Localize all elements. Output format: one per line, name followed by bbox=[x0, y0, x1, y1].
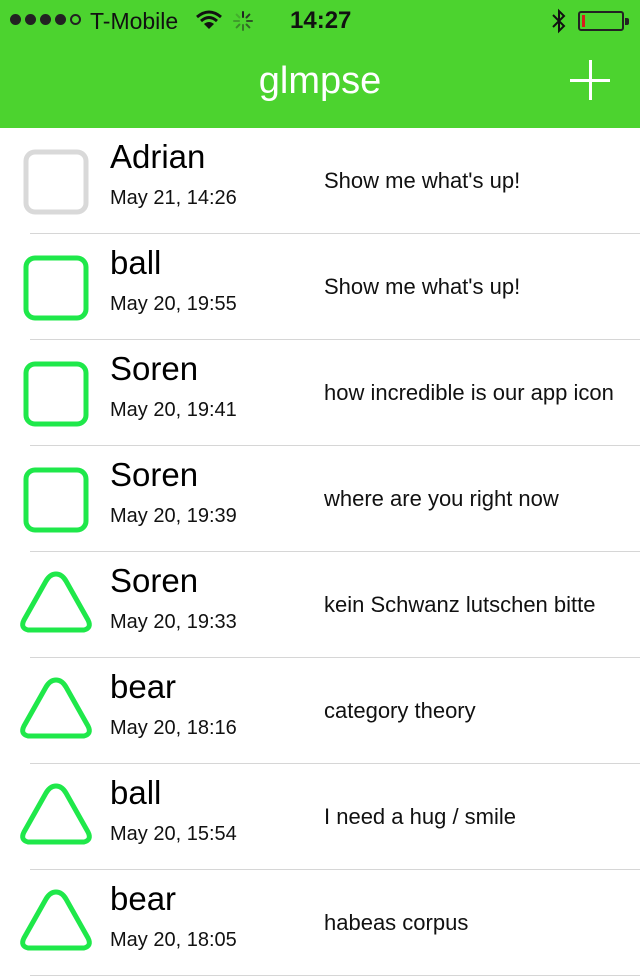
message-text: category theory bbox=[324, 698, 476, 723]
carrier-name: T-Mobile bbox=[90, 8, 179, 34]
message-date: May 20, 15:54 bbox=[110, 823, 237, 845]
triangle-shape bbox=[20, 677, 92, 739]
message-row[interactable]: bear May 20, 18:16 category theory bbox=[0, 658, 640, 764]
message-text: I need a hug / smile bbox=[324, 804, 517, 829]
square-shape bbox=[23, 149, 89, 215]
triangle-glimpse-icon bbox=[20, 783, 92, 845]
message-row[interactable]: ball May 20, 19:55 Show me what's up! bbox=[0, 234, 640, 340]
activity-spinner-icon bbox=[233, 11, 253, 31]
triangle-shape bbox=[20, 889, 92, 951]
sender-name: Soren bbox=[110, 456, 199, 493]
wifi-icon bbox=[196, 10, 222, 29]
sender-name: bear bbox=[110, 880, 177, 917]
message-row[interactable]: Soren May 20, 19:33 kein Schwanz lutsche… bbox=[0, 552, 640, 658]
message-row[interactable]: Adrian May 21, 14:26 Show me what's up! bbox=[0, 128, 640, 234]
square-glimpse-icon bbox=[23, 361, 89, 427]
message-text: kein Schwanz lutschen bitte bbox=[324, 592, 596, 617]
square-shape bbox=[23, 467, 89, 533]
message-row[interactable]: ball May 20, 15:54 I need a hug / smile bbox=[0, 764, 640, 870]
page-title: glmpse bbox=[258, 60, 382, 102]
message-date: May 20, 19:33 bbox=[110, 611, 237, 633]
battery-level bbox=[582, 15, 585, 27]
square-glimpse-icon bbox=[23, 467, 89, 533]
sender-name: bear bbox=[110, 668, 177, 705]
triangle-glimpse-icon bbox=[20, 571, 92, 633]
navigation-bar: glmpse bbox=[0, 40, 640, 128]
signal-dot-empty bbox=[70, 14, 81, 25]
triangle-glimpse-icon bbox=[20, 677, 92, 739]
status-bar: T-Mobile 14:27 bbox=[0, 0, 640, 40]
message-date: May 20, 18:16 bbox=[110, 717, 237, 739]
message-list[interactable]: Adrian May 21, 14:26 Show me what's up! … bbox=[0, 128, 640, 976]
sender-name: Soren bbox=[110, 350, 199, 387]
bluetooth-icon bbox=[552, 8, 566, 34]
message-date: May 20, 19:55 bbox=[110, 293, 237, 315]
triangle-shape bbox=[20, 783, 92, 845]
status-time: 14:27 bbox=[290, 7, 352, 34]
add-button[interactable] bbox=[570, 60, 612, 102]
battery-tip bbox=[625, 18, 629, 25]
square-shape bbox=[23, 255, 89, 321]
message-date: May 20, 19:41 bbox=[110, 399, 237, 421]
message-date: May 21, 14:26 bbox=[110, 187, 237, 209]
signal-dot bbox=[10, 14, 21, 25]
triangle-glimpse-icon bbox=[20, 889, 92, 951]
sender-name: Soren bbox=[110, 562, 199, 599]
triangle-shape bbox=[20, 571, 92, 633]
square-glimpse-icon bbox=[23, 149, 89, 215]
sender-name: ball bbox=[110, 774, 162, 811]
battery-icon bbox=[578, 11, 629, 31]
sender-name: Adrian bbox=[110, 138, 206, 175]
message-row[interactable]: Soren May 20, 19:41 how incredible is ou… bbox=[0, 340, 640, 446]
signal-dot bbox=[55, 14, 66, 25]
message-text: Show me what's up! bbox=[324, 274, 521, 299]
message-text: Show me what's up! bbox=[324, 168, 521, 193]
signal-dot bbox=[25, 14, 36, 25]
message-row[interactable]: Soren May 20, 19:39 where are you right … bbox=[0, 446, 640, 552]
message-text: where are you right now bbox=[324, 486, 559, 511]
signal-dot bbox=[40, 14, 51, 25]
message-row[interactable]: bear May 20, 18:05 habeas corpus bbox=[0, 870, 640, 976]
message-date: May 20, 19:39 bbox=[110, 505, 237, 527]
message-text: how incredible is our app icon bbox=[324, 380, 614, 405]
square-glimpse-icon bbox=[23, 255, 89, 321]
square-shape bbox=[23, 361, 89, 427]
sender-name: ball bbox=[110, 244, 162, 281]
app-header: T-Mobile 14:27 glmpse bbox=[0, 0, 640, 128]
message-date: May 20, 18:05 bbox=[110, 929, 237, 951]
message-text: habeas corpus bbox=[324, 910, 469, 935]
